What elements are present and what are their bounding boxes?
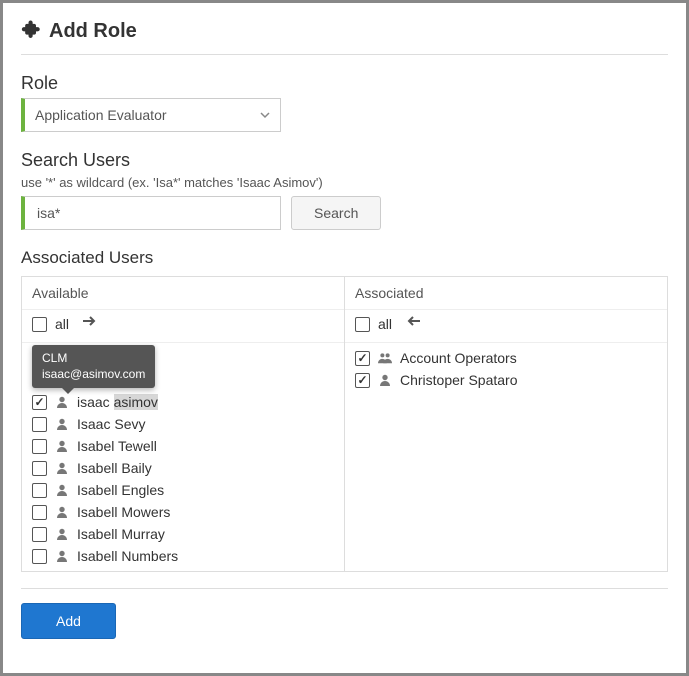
user-icon bbox=[55, 484, 69, 496]
associated-row[interactable]: Christoper Spataro bbox=[355, 369, 663, 391]
search-hint: use '*' as wildcard (ex. 'Isa*' matches … bbox=[21, 175, 668, 190]
group-icon bbox=[378, 352, 392, 364]
available-name: Isabel Tewell bbox=[77, 438, 157, 454]
available-name: Isabell Murray bbox=[77, 526, 165, 542]
available-row[interactable]: Isabel Tewell bbox=[32, 435, 340, 457]
user-icon bbox=[55, 462, 69, 474]
associated-all-label: all bbox=[378, 316, 392, 332]
available-checkbox[interactable] bbox=[32, 483, 47, 498]
associated-checkbox[interactable] bbox=[355, 351, 370, 366]
user-icon bbox=[55, 396, 69, 408]
role-select[interactable]: Application Evaluator bbox=[21, 98, 281, 132]
move-left-icon[interactable] bbox=[406, 315, 420, 327]
available-checkbox[interactable] bbox=[32, 549, 47, 564]
role-label: Role bbox=[21, 73, 668, 94]
associated-row[interactable]: Account Operators bbox=[355, 347, 663, 369]
user-tooltip: CLM isaac@asimov.com bbox=[32, 345, 155, 388]
available-list[interactable]: CLM isaac@asimov.com isaac asimov Isaac S… bbox=[22, 343, 344, 571]
available-name: Isabell Mowers bbox=[77, 504, 170, 520]
associated-checkbox[interactable] bbox=[355, 373, 370, 388]
dialog-title: Add Role bbox=[49, 20, 137, 43]
user-icon bbox=[55, 440, 69, 452]
associated-all-checkbox[interactable] bbox=[355, 317, 370, 332]
move-right-icon[interactable] bbox=[83, 315, 97, 327]
search-button[interactable]: Search bbox=[291, 196, 381, 230]
available-row[interactable]: Isabell Baily bbox=[32, 457, 340, 479]
available-row[interactable]: Isabell Mowers bbox=[32, 501, 340, 523]
puzzle-icon bbox=[21, 18, 41, 44]
available-row[interactable]: Isabell Numbers bbox=[32, 545, 340, 567]
dialog-footer: Add bbox=[21, 588, 668, 639]
user-icon bbox=[55, 528, 69, 540]
available-all-label: all bbox=[55, 316, 69, 332]
search-input-wrap bbox=[21, 196, 281, 230]
associated-header: Associated bbox=[345, 277, 667, 310]
available-checkbox[interactable] bbox=[32, 527, 47, 542]
search-input[interactable] bbox=[35, 204, 270, 222]
user-icon bbox=[378, 374, 392, 386]
available-name: Isaac Sevy bbox=[77, 416, 145, 432]
available-row[interactable]: Isaac Sevy bbox=[32, 413, 340, 435]
available-all-checkbox[interactable] bbox=[32, 317, 47, 332]
tooltip-line2: isaac@asimov.com bbox=[42, 367, 145, 383]
available-checkbox[interactable] bbox=[32, 417, 47, 432]
associated-users-title: Associated Users bbox=[21, 248, 668, 268]
available-name: isaac asimov bbox=[77, 394, 158, 410]
associated-name: Christoper Spataro bbox=[400, 372, 518, 388]
available-checkbox[interactable] bbox=[32, 395, 47, 410]
available-checkbox[interactable] bbox=[32, 439, 47, 454]
available-checkbox[interactable] bbox=[32, 461, 47, 476]
available-name: Isabell Engles bbox=[77, 482, 164, 498]
dialog-header: Add Role bbox=[21, 18, 668, 55]
add-button[interactable]: Add bbox=[21, 603, 116, 639]
user-panels: Available all CLM isaac@asimov.com isaac… bbox=[21, 276, 668, 572]
associated-panel: Associated all Account Operators Christop… bbox=[344, 277, 667, 571]
add-role-dialog: Add Role Role Application Evaluator Sear… bbox=[0, 0, 689, 676]
user-icon bbox=[55, 550, 69, 562]
search-label: Search Users bbox=[21, 150, 668, 171]
associated-name: Account Operators bbox=[400, 350, 517, 366]
chevron-down-icon bbox=[260, 107, 270, 123]
associated-list[interactable]: Account Operators Christoper Spataro bbox=[345, 343, 667, 571]
available-checkbox[interactable] bbox=[32, 505, 47, 520]
user-icon bbox=[55, 418, 69, 430]
available-header: Available bbox=[22, 277, 344, 310]
available-row[interactable]: Isabell Murray bbox=[32, 523, 340, 545]
available-row[interactable]: isaac asimov bbox=[32, 391, 340, 413]
tooltip-line1: CLM bbox=[42, 351, 145, 367]
available-name: Isabell Numbers bbox=[77, 548, 178, 564]
role-select-value: Application Evaluator bbox=[35, 107, 167, 123]
available-name: Isabell Baily bbox=[77, 460, 152, 476]
user-icon bbox=[55, 506, 69, 518]
available-panel: Available all CLM isaac@asimov.com isaac… bbox=[22, 277, 344, 571]
available-row[interactable]: Isabell Engles bbox=[32, 479, 340, 501]
